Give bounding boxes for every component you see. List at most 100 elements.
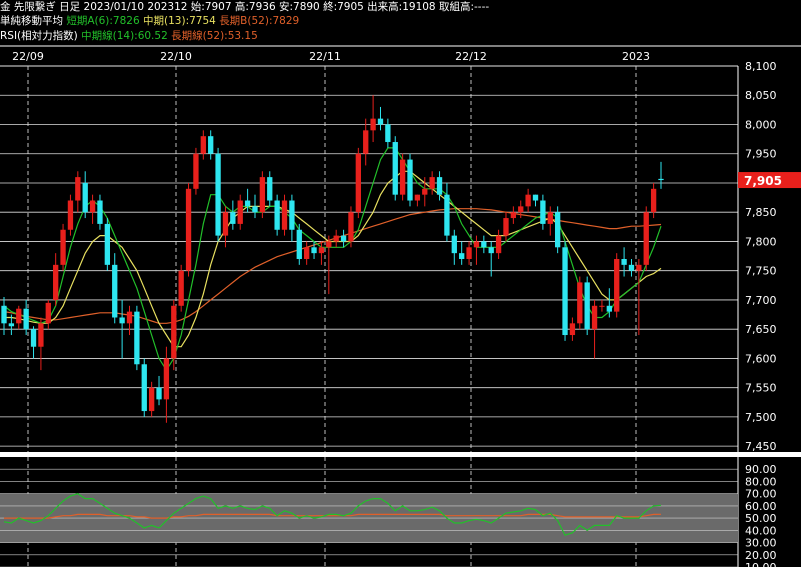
candle-down — [621, 259, 627, 265]
candle-up — [599, 305, 605, 307]
candle-up — [67, 200, 74, 230]
candle-down — [23, 308, 29, 330]
x-axis-label: 2023 — [622, 50, 650, 63]
rsi-tick-label: 20.00 — [745, 549, 777, 562]
candle-down — [1, 305, 7, 324]
candle-up — [126, 311, 133, 324]
candle-down — [215, 153, 221, 236]
candle-down — [8, 323, 15, 327]
candle-down — [444, 194, 450, 236]
candle-down — [274, 200, 280, 230]
rsi-tick-label: 40.00 — [745, 524, 777, 537]
candle-down — [540, 200, 546, 224]
price-tick-label: 7,700 — [745, 294, 777, 307]
candle-down — [377, 118, 384, 125]
candle-up — [569, 323, 576, 336]
x-axis-label: 22/09 — [12, 50, 44, 63]
candle-up — [281, 200, 288, 230]
candle-down — [392, 142, 398, 195]
candle-down — [134, 311, 140, 365]
candle-down — [311, 247, 317, 254]
price-tick-label: 8,100 — [745, 60, 777, 73]
candle-down — [562, 247, 568, 336]
candle-up — [60, 229, 66, 265]
candle-down — [230, 212, 236, 224]
candle-up — [148, 387, 155, 412]
candle-down — [459, 253, 465, 259]
price-tick-label: 7,550 — [745, 382, 777, 395]
candle-down — [628, 264, 635, 271]
candle-down — [244, 200, 251, 207]
candle-down — [340, 235, 347, 242]
price-tick-label: 7,850 — [745, 206, 777, 219]
price-tick-label: 7,500 — [745, 411, 777, 424]
candle-up — [650, 188, 657, 213]
candle-up — [326, 241, 332, 248]
candle-up — [237, 200, 243, 224]
candle-down — [30, 329, 37, 347]
rsi-tick-label: 10.00 — [745, 561, 777, 567]
candle-up — [16, 308, 22, 324]
candle-down — [119, 317, 125, 324]
candle-down — [156, 387, 162, 400]
candle-down — [488, 247, 494, 254]
candle-up — [577, 282, 583, 324]
rsi-tick-label: 90.00 — [745, 463, 777, 476]
candle-up — [348, 212, 354, 242]
candle-up — [318, 247, 325, 254]
candle-down — [407, 159, 413, 201]
price-tick-label: 7,800 — [745, 235, 777, 248]
candle-up — [614, 259, 620, 312]
candle-up — [547, 212, 553, 224]
candle-up — [429, 177, 435, 189]
candle-down — [385, 124, 391, 143]
rsi-tick-label: 60.00 — [745, 500, 777, 513]
price-tick-label: 7,750 — [745, 265, 777, 278]
price-tick-label: 7,950 — [745, 148, 777, 161]
candle-up — [510, 212, 517, 219]
candle-up — [355, 153, 361, 213]
candle-down — [112, 264, 118, 318]
candle-up — [422, 188, 428, 195]
candle-down — [82, 182, 88, 213]
candle-up — [414, 194, 421, 201]
candle-up — [163, 358, 170, 400]
candle-up — [473, 241, 480, 248]
candle-up — [75, 177, 81, 201]
price-chart[interactable]: 22/09 22/10 22/11 22/12 2023 7,450 7,500 7,550 7… — [0, 0, 801, 567]
rsi-tick-label: 30.00 — [745, 537, 777, 550]
candle-down — [658, 178, 664, 181]
candle-down — [289, 200, 295, 230]
price-tick-label: 7,450 — [745, 440, 777, 453]
price-tick-label: 7,600 — [745, 352, 777, 365]
candle-up — [370, 118, 376, 131]
panel-separator — [0, 452, 801, 457]
candle-down — [606, 305, 612, 312]
candle-up — [518, 206, 524, 213]
candle-down — [267, 177, 273, 201]
x-axis-label: 22/10 — [160, 50, 192, 63]
candle-down — [97, 200, 103, 224]
x-axis-label: 22/12 — [455, 50, 487, 63]
candle-up — [193, 153, 199, 189]
candle-up — [363, 130, 369, 154]
candle-up — [495, 235, 502, 254]
x-axis-label: 22/11 — [309, 50, 341, 63]
candle-up — [200, 136, 206, 154]
candle-up — [53, 264, 59, 300]
rsi-tick-label: 50.00 — [745, 512, 777, 525]
candle-up — [38, 323, 44, 347]
candle-up — [89, 200, 96, 213]
candle-up — [525, 194, 531, 207]
candle-up — [304, 247, 310, 259]
candle-down — [252, 206, 258, 213]
candle-down — [451, 235, 457, 254]
candle-up — [222, 212, 229, 236]
candle-up — [503, 218, 509, 236]
candle-up — [178, 270, 184, 306]
current-price-label: 7,905 — [744, 174, 782, 188]
candle-up — [399, 159, 406, 195]
candle-up — [45, 302, 51, 324]
candle-down — [481, 241, 487, 248]
price-tick-label: 8,050 — [745, 89, 777, 102]
